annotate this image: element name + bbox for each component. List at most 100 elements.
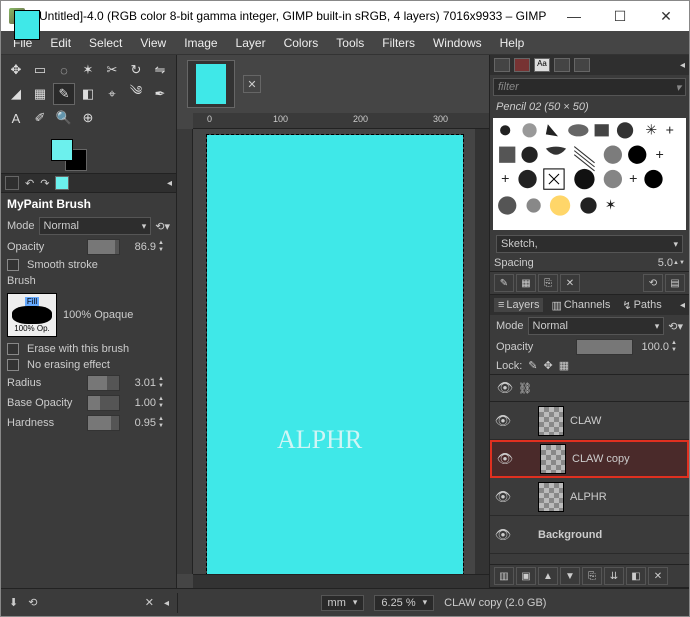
vertical-scrollbar[interactable] [475, 129, 489, 574]
brush-filter-input[interactable]: filter▾ [493, 78, 686, 96]
column-link-icon[interactable]: ⛓ [518, 382, 532, 395]
tab-patterns-icon[interactable] [514, 58, 530, 72]
mode-select[interactable]: Normal [39, 217, 152, 235]
eraser-tool[interactable]: ◧ [77, 83, 99, 105]
canvas[interactable]: ALPHR [207, 135, 463, 574]
horizontal-scrollbar[interactable] [193, 574, 489, 588]
maximize-button[interactable]: ☐ [597, 1, 643, 31]
edit-brush-icon[interactable]: ✎ [494, 274, 514, 292]
smooth-stroke-checkbox[interactable] [7, 259, 19, 271]
tab-tool-options-icon[interactable] [5, 176, 19, 190]
menu-view[interactable]: View [132, 34, 174, 52]
visibility-icon[interactable]: 👁 [496, 450, 514, 468]
mask-layer-icon[interactable]: ◧ [626, 567, 646, 585]
lock-position-icon[interactable]: ✥ [544, 359, 553, 372]
opacity-spinner[interactable]: ▲▼ [158, 240, 170, 254]
move-tool[interactable]: ✥ [5, 59, 27, 81]
save-icon[interactable]: ⬇ [9, 596, 18, 609]
horizontal-ruler[interactable]: 0 100 200 300 [193, 113, 489, 129]
canvas-area[interactable]: ALPHR [193, 129, 489, 574]
open-brush-icon[interactable]: ▤ [665, 274, 685, 292]
tab-gradients-icon[interactable] [574, 58, 590, 72]
radius-value[interactable]: 3.01 [120, 377, 158, 389]
layer-reset-icon[interactable]: ⟲▾ [668, 320, 683, 333]
layer-row[interactable]: 👁 CLAW copy [490, 440, 689, 478]
rect-select-tool[interactable]: ▭ [29, 59, 51, 81]
brush-thumbnail[interactable]: Fill 100% Op. [7, 293, 57, 337]
tab-brushes-icon[interactable] [494, 58, 510, 72]
gradient-tool[interactable]: ▦ [29, 83, 51, 105]
dup-layer-icon[interactable]: ⎘ [582, 567, 602, 585]
new-brush-icon[interactable]: ▦ [516, 274, 536, 292]
menu-tools[interactable]: Tools [328, 34, 372, 52]
layer-panel-menu-icon[interactable] [680, 299, 685, 311]
layer-opacity-slider[interactable] [576, 339, 633, 355]
layer-opacity-value[interactable]: 100.0 [633, 341, 671, 353]
panel-menu-icon[interactable] [167, 177, 172, 189]
opacity-slider[interactable] [87, 239, 120, 255]
vertical-ruler[interactable] [177, 129, 193, 574]
opacity-value[interactable]: 86.9 [120, 241, 158, 253]
menu-edit[interactable]: Edit [42, 34, 79, 52]
fuzzy-select-tool[interactable]: ✶ [77, 59, 99, 81]
baseop-value[interactable]: 1.00 [120, 397, 158, 409]
baseop-spinner[interactable]: ▲▼ [158, 396, 170, 410]
tab-fg-icon[interactable] [55, 176, 69, 190]
menu-layer[interactable]: Layer [228, 34, 274, 52]
color-swatch[interactable] [51, 139, 85, 169]
hardness-value[interactable]: 0.95 [120, 417, 158, 429]
undo-history-icon[interactable]: ↶ [25, 177, 34, 190]
color-picker-tool[interactable]: ✐ [29, 107, 51, 129]
path-tool[interactable]: ✒ [149, 83, 171, 105]
visibility-icon[interactable]: 👁 [494, 412, 512, 430]
hardness-slider[interactable] [87, 415, 120, 431]
fg-color[interactable] [51, 139, 73, 161]
lock-alpha-icon[interactable]: ▦ [559, 359, 569, 372]
reset-icon[interactable]: ⟲▾ [155, 220, 170, 233]
spacing-spinner[interactable]: ▲▼ [673, 260, 685, 267]
bucket-tool[interactable]: ◢ [5, 83, 27, 105]
visibility-icon[interactable]: 👁 [494, 488, 512, 506]
text-tool[interactable]: A [5, 107, 27, 129]
lock-pixels-icon[interactable]: ✎ [528, 359, 537, 372]
mypaint-brush-tool[interactable]: ✎ [53, 83, 75, 105]
erase-checkbox[interactable] [7, 343, 19, 355]
clone-tool[interactable]: ⌖ [101, 83, 123, 105]
layer-thumb[interactable] [538, 482, 564, 512]
layer-name[interactable]: CLAW [570, 415, 685, 427]
menu-help[interactable]: Help [492, 34, 533, 52]
units-select[interactable]: mm [321, 595, 365, 611]
brush-category-select[interactable]: Sketch, [496, 235, 683, 253]
column-visibility-icon[interactable]: 👁 [496, 379, 514, 397]
layer-row[interactable]: 👁 Background [490, 516, 689, 554]
layer-mode-select[interactable]: Normal [528, 317, 665, 335]
document-thumb[interactable] [187, 60, 235, 108]
layer-row[interactable]: 👁 ALPHR [490, 478, 689, 516]
brush-grid[interactable]: ✳+ + ++ ✶ [493, 118, 686, 230]
layer-row[interactable]: 👁 CLAW [490, 402, 689, 440]
lower-layer-icon[interactable]: ▼ [560, 567, 580, 585]
redo-history-icon[interactable]: ↷ [40, 177, 49, 190]
merge-layer-icon[interactable]: ⇊ [604, 567, 624, 585]
minimize-button[interactable]: — [551, 1, 597, 31]
dup-brush-icon[interactable]: ⎘ [538, 274, 558, 292]
measure-tool[interactable]: ⊕ [77, 107, 99, 129]
menu-image[interactable]: Image [176, 34, 225, 52]
zoom-select[interactable]: 6.25 % [374, 595, 434, 611]
del-brush-icon[interactable]: ✕ [560, 274, 580, 292]
smudge-tool[interactable]: ༄ [125, 83, 147, 105]
tab-history-icon[interactable] [554, 58, 570, 72]
close-document-icon[interactable]: ✕ [243, 75, 261, 93]
layer-name[interactable]: CLAW copy [572, 453, 683, 465]
radius-slider[interactable] [87, 375, 120, 391]
new-group-icon[interactable]: ▣ [516, 567, 536, 585]
flip-tool[interactable]: ⇋ [149, 59, 171, 81]
hardness-spinner[interactable]: ▲▼ [158, 416, 170, 430]
delete-layer-icon[interactable]: ✕ [648, 567, 668, 585]
layer-opacity-spinner[interactable]: ▲▼ [671, 340, 683, 354]
visibility-icon[interactable]: 👁 [494, 526, 512, 544]
zoom-tool[interactable]: 🔍 [53, 107, 75, 129]
layer-name[interactable]: ALPHR [570, 491, 685, 503]
menu-colors[interactable]: Colors [276, 34, 327, 52]
crop-tool[interactable]: ✂ [101, 59, 123, 81]
